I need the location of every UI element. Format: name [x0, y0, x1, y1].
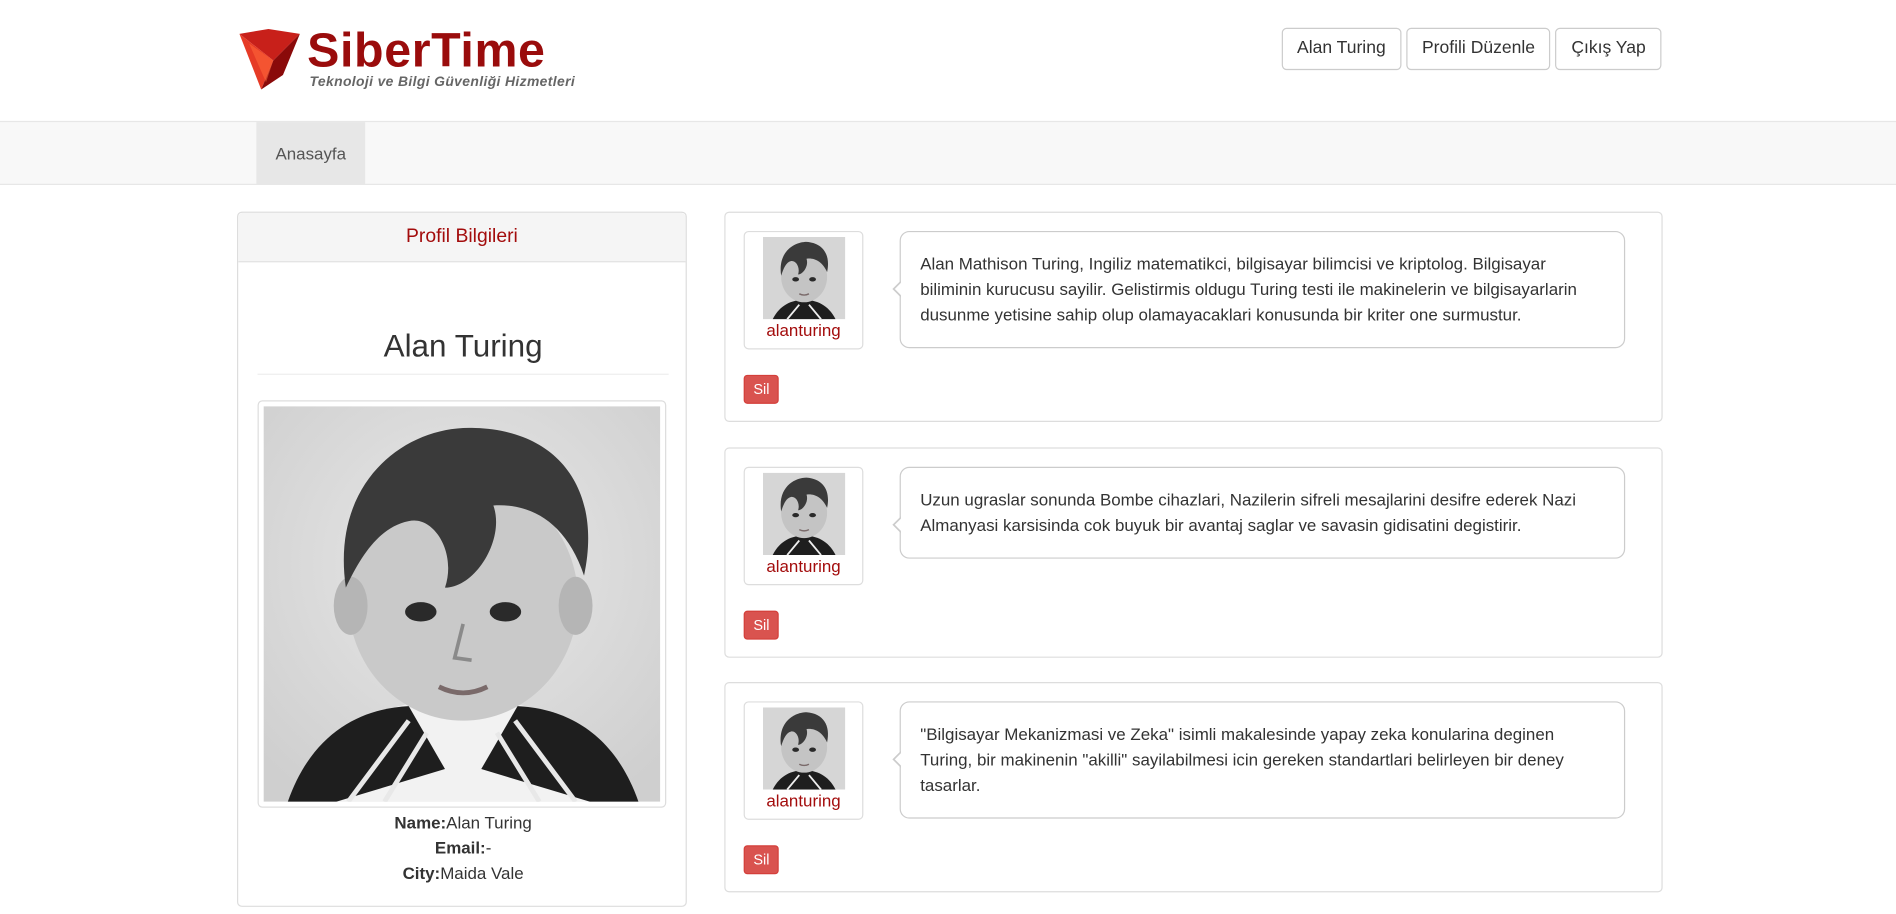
site-logo[interactable]: SiberTime Teknoloji ve Bilgi Güvenliği H… [237, 24, 600, 95]
user-button[interactable]: Alan Turing [1281, 27, 1402, 71]
profile-info: Name:Alan Turing Email:- City:Maida Vale [258, 810, 669, 886]
header-actions: Alan Turing Profili Düzenle Çıkış Yap [1281, 27, 1662, 71]
post-author[interactable]: alanturing [743, 701, 864, 820]
post-author[interactable]: alanturing [743, 466, 864, 586]
avatar [763, 472, 846, 556]
city-value: Maida Vale [440, 863, 524, 883]
post-card: alanturing "Bilgisayar Mekanizmasi ve Ze… [724, 681, 1663, 893]
post-author[interactable]: alanturing [743, 230, 864, 350]
post-text: "Bilgisayar Mekanizmasi ve Zeka" isimli … [892, 701, 1626, 819]
profile-panel: Profil Bilgileri Alan Turing Name:Alan T… [237, 211, 687, 907]
post-username[interactable]: alanturing [745, 556, 862, 575]
logout-button[interactable]: Çıkış Yap [1555, 27, 1662, 71]
delete-button[interactable]: Sil [743, 610, 780, 640]
post-card: alanturing Uzun ugraslar sonunda Bombe c… [724, 447, 1663, 658]
edit-profile-button[interactable]: Profili Düzenle [1406, 27, 1551, 71]
post-username[interactable]: alanturing [745, 791, 862, 810]
profile-photo [257, 400, 667, 808]
logo-mark-icon [239, 29, 300, 90]
profile-name: Alan Turing [383, 327, 543, 364]
divider [257, 373, 669, 375]
profile-panel-title: Profil Bilgileri [238, 212, 686, 263]
name-label: Name: [394, 812, 447, 832]
city-label: City: [402, 863, 441, 883]
avatar [763, 707, 846, 790]
post-username[interactable]: alanturing [745, 320, 862, 339]
main-navbar: Anasayfa [0, 120, 1896, 186]
delete-button[interactable]: Sil [743, 845, 780, 875]
logo-subtitle: Teknoloji ve Bilgi Güvenliği Hizmetleri [309, 74, 576, 90]
post-text: Uzun ugraslar sonunda Bombe cihazlari, N… [892, 466, 1626, 559]
email-label: Email: [434, 837, 486, 858]
logo-title: SiberTime [307, 24, 546, 78]
profile-photo-image [263, 406, 661, 804]
nav-item-home[interactable]: Anasayfa [256, 122, 366, 186]
email-value: - [485, 837, 492, 858]
name-value: Alan Turing [446, 812, 532, 832]
delete-button[interactable]: Sil [743, 374, 780, 404]
post-text: Alan Mathison Turing, Ingiliz matematikc… [892, 230, 1626, 349]
avatar [763, 237, 846, 320]
post-card: alanturing Alan Mathison Turing, Ingiliz… [724, 211, 1663, 423]
